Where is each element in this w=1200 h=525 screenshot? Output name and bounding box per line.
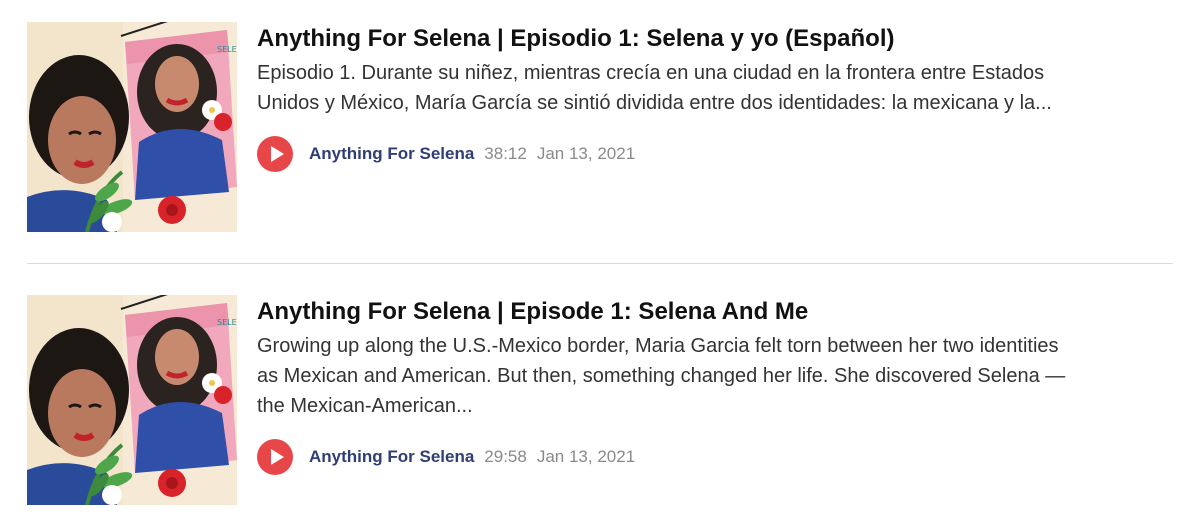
- episode-duration: 38:12: [484, 144, 527, 163]
- play-button[interactable]: [257, 439, 293, 475]
- episode-list: SELENA Anything For Selena | Episodio 1:…: [0, 0, 1200, 525]
- description-line: the Mexican-American...: [257, 395, 473, 417]
- episode-meta: Anything For Selena 29:58 Jan 13, 2021: [257, 439, 1160, 475]
- description-line: Growing up along the U.S.-Mexico border,…: [257, 335, 1059, 357]
- episode-artwork[interactable]: SELENA: [27, 22, 237, 232]
- episode-date: Jan 13, 2021: [536, 144, 636, 163]
- episode-content: Anything For Selena | Episodio 1: Selena…: [257, 22, 1160, 172]
- episode-divider: [27, 263, 1173, 264]
- artwork-text: SELENA: [217, 318, 237, 327]
- episode-title[interactable]: Anything For Selena | Episodio 1: Selena…: [257, 22, 1160, 56]
- artwork-text: SELENA: [217, 45, 237, 54]
- description-line: Episodio 1. Durante su niñez, mientras c…: [257, 62, 1045, 84]
- episode-meta: Anything For Selena 38:12 Jan 13, 2021: [257, 136, 1160, 172]
- episode-content: Anything For Selena | Episode 1: Selena …: [257, 295, 1160, 475]
- episode-date: Jan 13, 2021: [536, 447, 636, 466]
- play-icon: [270, 449, 284, 465]
- episode-description: Episodio 1. Durante su niñez, mientras c…: [257, 58, 1157, 118]
- play-button[interactable]: [257, 136, 293, 172]
- podcast-name-link[interactable]: Anything For Selena: [309, 447, 474, 467]
- episode-artwork[interactable]: SELENA: [27, 295, 237, 505]
- episode-title[interactable]: Anything For Selena | Episode 1: Selena …: [257, 295, 1160, 329]
- artwork-illustration: SELENA: [27, 295, 237, 505]
- podcast-name-link[interactable]: Anything For Selena: [309, 144, 474, 164]
- episode-description: Growing up along the U.S.-Mexico border,…: [257, 331, 1157, 421]
- description-line: as Mexican and American. But then, somet…: [257, 365, 1066, 387]
- episode-duration: 29:58: [484, 447, 527, 466]
- play-icon: [270, 146, 284, 162]
- artwork-illustration: SELENA: [27, 22, 237, 232]
- description-line: Unidos y México, María García se sintió …: [257, 92, 1052, 114]
